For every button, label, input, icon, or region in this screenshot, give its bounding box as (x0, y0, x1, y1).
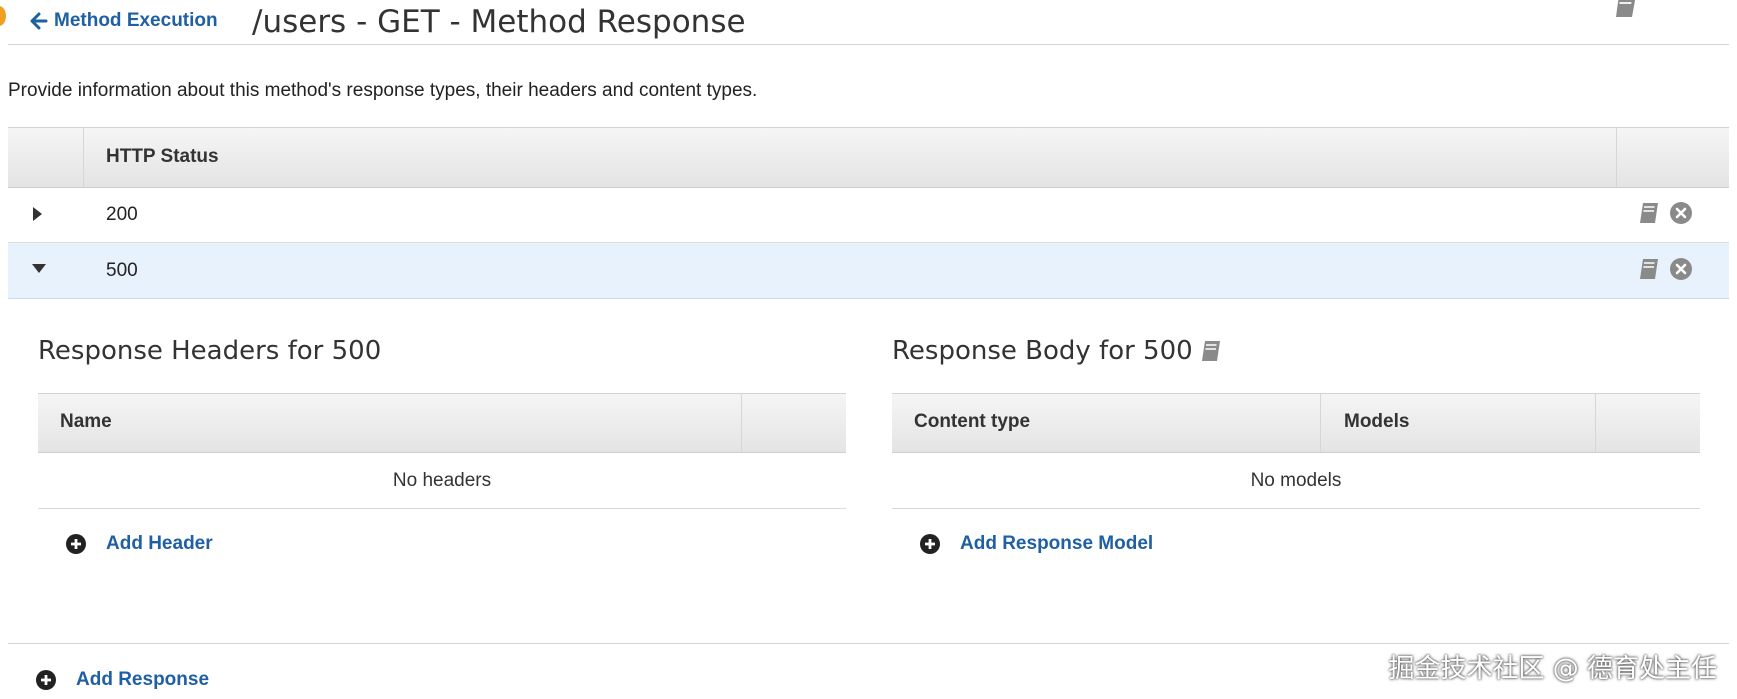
column-header-name: Name (60, 411, 112, 432)
add-header-label: Add Header (106, 533, 213, 554)
column-header-http-status: HTTP Status (106, 146, 219, 167)
plus-circle-icon (920, 534, 940, 554)
models-empty-state: No models (892, 453, 1700, 509)
delete-circle-icon[interactable] (1669, 201, 1693, 225)
page-title: /users - GET - Method Response (252, 4, 746, 40)
caret-down-icon[interactable] (30, 261, 48, 275)
add-response-button[interactable]: Add Response (36, 669, 209, 691)
arrow-left-icon (30, 12, 48, 30)
response-row-200[interactable]: 200 (8, 187, 1729, 243)
page-description: Provide information about this method's … (8, 80, 758, 101)
response-headers-title: Response Headers for 500 (38, 336, 382, 366)
column-divider (1595, 394, 1596, 452)
book-icon[interactable] (1637, 201, 1661, 225)
book-icon[interactable] (1612, 0, 1640, 20)
response-status-code: 200 (106, 204, 138, 225)
response-row-500[interactable]: 500 (8, 243, 1729, 299)
headers-empty-state: No headers (38, 453, 846, 509)
add-response-model-label: Add Response Model (960, 533, 1154, 554)
back-to-method-execution-link[interactable]: Method Execution (30, 10, 218, 32)
caret-right-icon[interactable] (30, 205, 44, 223)
plus-circle-icon (66, 534, 86, 554)
column-divider (741, 394, 742, 452)
response-status-code: 500 (106, 260, 138, 281)
column-divider (1616, 128, 1617, 187)
add-response-model-button[interactable]: Add Response Model (920, 533, 1153, 555)
column-divider (1320, 394, 1321, 452)
plus-circle-icon (36, 670, 56, 690)
column-header-models: Models (1344, 411, 1410, 432)
models-table-header: Content type Models (892, 393, 1700, 453)
column-divider (83, 128, 84, 187)
response-body-title: Response Body for 500 (892, 336, 1223, 366)
responses-table-header: HTTP Status (8, 127, 1729, 188)
watermark: 掘金技术社区 @ 德育处主任 (1388, 654, 1717, 684)
status-indicator-dot (0, 6, 6, 26)
book-icon[interactable] (1637, 257, 1661, 281)
book-icon[interactable] (1199, 339, 1223, 363)
response-body-title-text: Response Body for 500 (892, 336, 1193, 366)
headers-table-header: Name (38, 393, 846, 453)
add-response-label: Add Response (76, 669, 210, 690)
column-header-content-type: Content type (914, 411, 1031, 432)
delete-circle-icon[interactable] (1669, 257, 1693, 281)
header-divider (8, 44, 1729, 45)
add-header-button[interactable]: Add Header (66, 533, 213, 555)
back-link-label: Method Execution (54, 10, 218, 31)
footer-divider (8, 643, 1729, 644)
